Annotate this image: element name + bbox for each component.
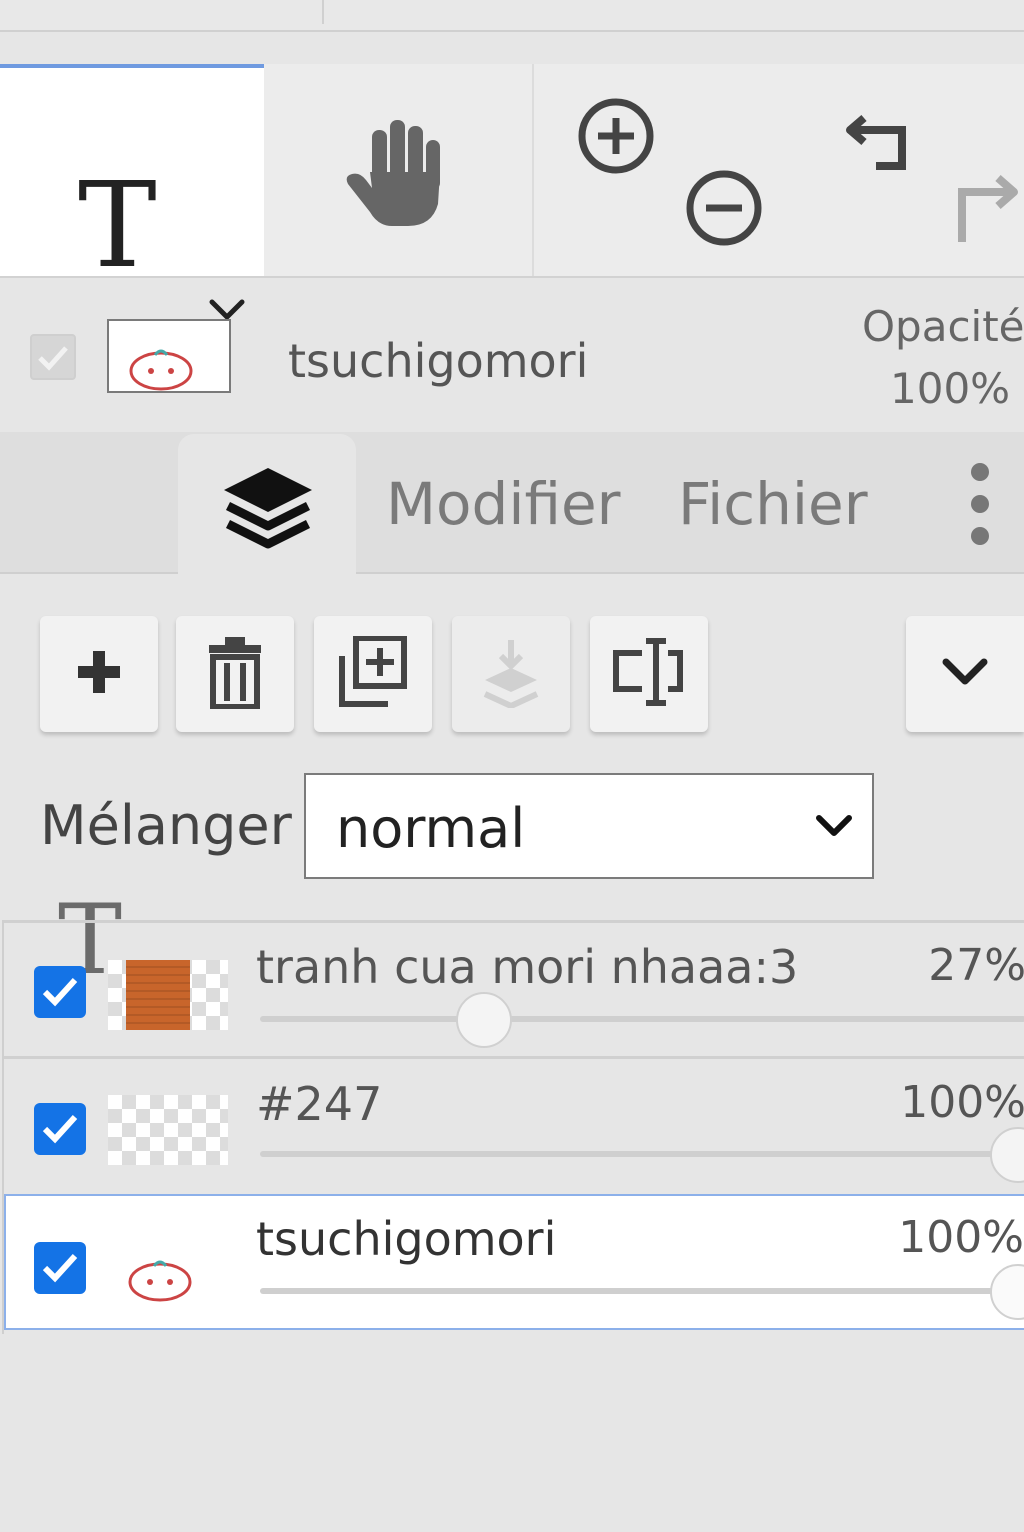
zoom-undo-group (532, 64, 1024, 276)
layer-opacity: 100% (900, 1077, 1024, 1128)
layer-name: #247 (256, 1077, 383, 1131)
zoom-out-icon[interactable] (682, 166, 766, 254)
text-tool-glyph: T (78, 156, 157, 294)
layer-thumbnail-art (126, 960, 190, 1030)
layer-opacity: 27% (928, 940, 1024, 991)
layer-opacity: 100% (898, 1212, 1024, 1263)
layer-name: tranh cua mori nhaaa:3 (256, 940, 799, 994)
layer-visibility-checkbox[interactable] (34, 1242, 86, 1294)
current-layer-visibility-checkbox[interactable] (30, 334, 76, 380)
top-strip (0, 0, 1024, 32)
hand-tool-button[interactable] (264, 64, 532, 276)
blend-mode-label: Mélanger (40, 794, 292, 857)
blend-mode-value: normal (336, 797, 526, 860)
layer-opacity-slider-knob[interactable] (456, 992, 512, 1048)
layer-thumbnail (108, 960, 228, 1030)
current-layer-name: tsuchigomori (288, 334, 589, 388)
layer-row-selected[interactable]: tsuchigomori 100% (4, 1194, 1024, 1330)
layers-icon (218, 462, 318, 560)
opacity-label: Opacité (862, 302, 1024, 351)
undo-icon[interactable] (840, 98, 920, 182)
tab-fichier[interactable]: Fichier (678, 470, 868, 538)
layer-visibility-checkbox[interactable] (34, 966, 86, 1018)
text-tool-button[interactable]: T (0, 64, 264, 320)
zoom-in-icon[interactable] (574, 94, 658, 182)
layer-options-button[interactable] (906, 616, 1024, 732)
tab-text[interactable]: T (0, 432, 178, 988)
more-vertical-icon[interactable] (960, 462, 1000, 550)
plus-icon (74, 647, 124, 701)
delete-layer-button[interactable] (176, 616, 294, 732)
current-layer-thumbnail (107, 319, 231, 393)
redo-icon[interactable] (946, 166, 1024, 250)
layer-name: tsuchigomori (256, 1212, 557, 1266)
layer-thumbnail (108, 1236, 228, 1306)
duplicate-icon (338, 635, 408, 712)
hand-icon (342, 112, 452, 234)
tab-layers[interactable] (178, 434, 356, 576)
trash-icon (207, 635, 263, 713)
layer-visibility-checkbox[interactable] (34, 1103, 86, 1155)
merge-down-button[interactable] (452, 616, 570, 732)
rename-layer-button[interactable] (590, 616, 708, 732)
layer-opacity-slider-track[interactable] (260, 1288, 1024, 1294)
opacity-value[interactable]: 100% (890, 364, 1010, 413)
layer-row[interactable]: #247 100% (4, 1059, 1024, 1195)
layer-opacity-slider-track[interactable] (260, 1016, 1024, 1022)
layer-row[interactable]: tranh cua mori nhaaa:3 27% (4, 922, 1024, 1058)
layer-opacity-slider-knob[interactable] (990, 1264, 1024, 1320)
chevron-down-icon (940, 654, 990, 694)
layer-thumbnail (108, 1095, 228, 1165)
merge-down-icon (479, 636, 543, 712)
layer-opacity-slider-track[interactable] (260, 1151, 1024, 1157)
layer-opacity-slider-knob[interactable] (990, 1127, 1024, 1183)
blend-mode-select[interactable]: normal (304, 773, 874, 879)
tab-modifier[interactable]: Modifier (386, 470, 621, 538)
add-layer-button[interactable] (40, 616, 158, 732)
text-cursor-box-icon (612, 637, 686, 711)
duplicate-layer-button[interactable] (314, 616, 432, 732)
top-separator (322, 0, 324, 24)
chevron-down-icon (814, 811, 854, 845)
layer-list: tranh cua mori nhaaa:3 27% #247 100% tsu… (2, 920, 1024, 1334)
